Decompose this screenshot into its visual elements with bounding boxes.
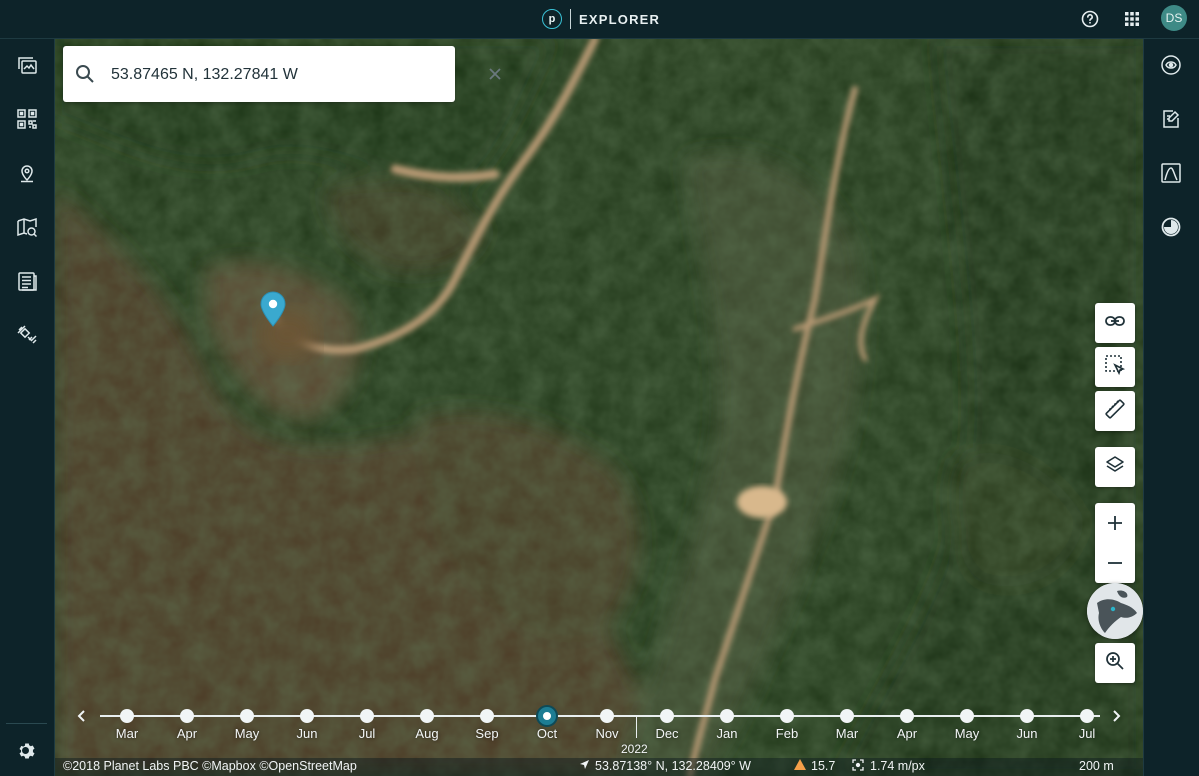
timeline-dot[interactable] [240, 709, 254, 723]
apps-grid-icon[interactable] [1122, 9, 1142, 29]
timeline-dot[interactable] [780, 709, 794, 723]
zoom-out-button[interactable] [1095, 543, 1135, 583]
list-document-icon[interactable] [13, 267, 41, 295]
zoom-in-button[interactable] [1095, 503, 1135, 543]
area-select-button[interactable] [1095, 347, 1135, 387]
timeline-dot[interactable] [600, 709, 614, 723]
zoom-in-icon [1106, 510, 1124, 536]
year-label: 2022 [621, 742, 648, 756]
year-boundary-mark [636, 716, 637, 738]
timeline-dot[interactable] [960, 709, 974, 723]
ndvi-analysis-icon[interactable] [1157, 51, 1185, 79]
timeline-dot[interactable] [720, 709, 734, 723]
add-analysis-icon[interactable] [1157, 105, 1185, 133]
timeline-month-label[interactable]: Jul [347, 726, 387, 741]
timelapse-compare-icon[interactable] [1157, 213, 1185, 241]
timeline-dot[interactable] [120, 709, 134, 723]
ruler-icon [1104, 398, 1126, 425]
search-box [63, 46, 501, 102]
timeline-month-label[interactable]: Apr [167, 726, 207, 741]
resolution-value: 1.74 m/px [870, 759, 925, 773]
help-circle-icon[interactable] [1080, 9, 1100, 29]
timeline-month-label[interactable]: Mar [107, 726, 147, 741]
status-bar: ©2018 Planet Labs PBC ©Mapbox ©OpenStree… [55, 758, 1143, 776]
area-select-icon [1104, 354, 1126, 381]
timeline-month-label[interactable]: Oct [527, 726, 567, 741]
clear-search-icon[interactable] [486, 65, 504, 83]
timeline-dot[interactable] [1080, 709, 1094, 723]
zoom-out-icon [1106, 550, 1124, 576]
user-avatar[interactable]: DS [1161, 5, 1187, 31]
brand-divider [570, 9, 571, 29]
sidebar-divider [6, 723, 47, 724]
timeline-dot[interactable] [300, 709, 314, 723]
timeline-next-icon[interactable] [1108, 708, 1124, 724]
link-icon [1104, 310, 1126, 337]
layers-button[interactable] [1095, 447, 1135, 487]
timeline-month-label[interactable]: Sep [467, 726, 507, 741]
timeline-month-label[interactable]: May [227, 726, 267, 741]
timeline-dot[interactable] [660, 709, 674, 723]
left-sidebar [0, 39, 55, 776]
timeline-month-label[interactable]: Jul [1067, 726, 1107, 741]
satellite-map[interactable] [55, 39, 1143, 776]
search-input[interactable] [109, 60, 413, 90]
brand[interactable]: p EXPLORER [542, 7, 660, 31]
location-pin-icon[interactable] [13, 159, 41, 187]
timeline-month-label[interactable]: Mar [827, 726, 867, 741]
measure-button[interactable] [1095, 391, 1135, 431]
cloud-value: 15.7 [811, 759, 836, 773]
mosaic-grid-icon[interactable] [13, 105, 41, 133]
timeline-month-label[interactable]: May [947, 726, 987, 741]
zoom-to-button[interactable] [1095, 643, 1135, 683]
globe-minimap[interactable] [1087, 583, 1143, 639]
planet-logo-icon: p [542, 9, 562, 29]
timeline-month-label[interactable]: Nov [587, 726, 627, 741]
warning-triangle-icon [794, 759, 806, 773]
timeline-dot[interactable] [180, 709, 194, 723]
timeline-dot[interactable] [360, 709, 374, 723]
satellite-pencil-icon[interactable] [13, 321, 41, 349]
search-icon [75, 64, 95, 84]
cursor-coordinates: 53.87138° N, 132.28409° W [595, 759, 751, 773]
timeline-dot[interactable] [420, 709, 434, 723]
zoom-controls [1095, 503, 1135, 583]
satellite-imagery [55, 39, 1143, 776]
location-marker[interactable] [259, 291, 287, 327]
timeline-month-label[interactable]: Dec [647, 726, 687, 741]
timeline-month-label[interactable]: Jun [1007, 726, 1047, 741]
resolution-icon [852, 759, 864, 774]
timeline-prev-icon[interactable] [74, 708, 90, 724]
timeline-dot[interactable] [900, 709, 914, 723]
timeline-dot[interactable] [480, 709, 494, 723]
date-timeline: Mar Apr May Jun Jul Aug Sep Oct Nov Dec Jan Feb Mar A… [55, 700, 1143, 758]
timeline-month-label[interactable]: Apr [887, 726, 927, 741]
top-header-bar: p EXPLORER DS [0, 0, 1199, 39]
cursor-icon [579, 759, 590, 773]
map-search-icon[interactable] [13, 213, 41, 241]
share-link-button[interactable] [1095, 303, 1135, 343]
layers-icon [1104, 454, 1126, 481]
zoom-search-icon [1105, 651, 1125, 676]
app-name: EXPLORER [579, 11, 661, 27]
elevation-profile-icon[interactable] [1157, 159, 1185, 187]
map-attribution[interactable]: ©2018 Planet Labs PBC ©Mapbox ©OpenStree… [63, 759, 357, 773]
right-sidebar [1143, 39, 1199, 776]
timeline-dot[interactable] [1020, 709, 1034, 723]
timeline-month-label[interactable]: Jan [707, 726, 747, 741]
timeline-month-label[interactable]: Feb [767, 726, 807, 741]
timeline-month-label[interactable]: Aug [407, 726, 447, 741]
map-scale: 200 m [1079, 759, 1114, 773]
timeline-month-label[interactable]: Jun [287, 726, 327, 741]
timeline-dot-selected[interactable] [538, 707, 556, 725]
timeline-dot[interactable] [840, 709, 854, 723]
stacked-images-icon[interactable] [13, 51, 41, 79]
settings-gear-icon[interactable] [13, 737, 41, 765]
globe-minimap-icon [1087, 583, 1143, 639]
